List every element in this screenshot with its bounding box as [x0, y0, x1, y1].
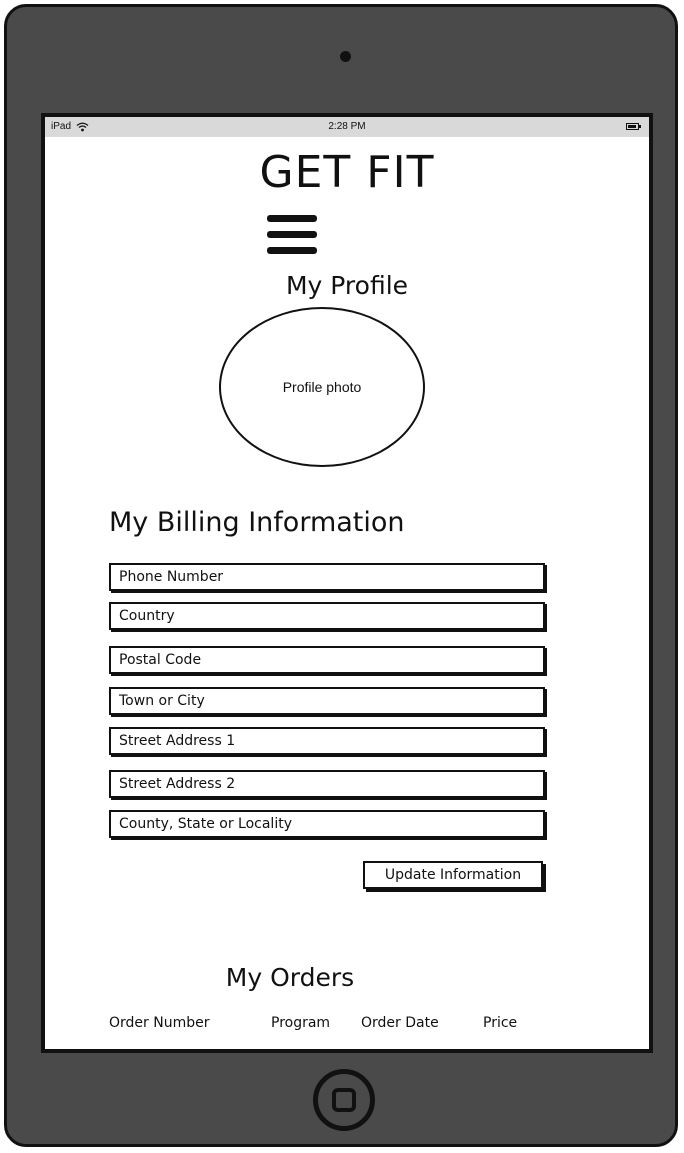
status-time: 2:28 PM [328, 121, 366, 132]
home-square-icon [332, 1088, 356, 1112]
menu-bar-top [267, 215, 317, 222]
orders-column-order-date: Order Date [361, 1015, 439, 1031]
status-bar: iPad 2:28 PM [45, 117, 649, 137]
postal-code-field[interactable]: Postal Code [109, 646, 545, 674]
county-state-locality-field[interactable]: County, State or Locality [109, 810, 545, 838]
orders-column-program: Program [271, 1015, 331, 1031]
hamburger-menu-icon[interactable] [267, 213, 317, 257]
orders-column-order-number: Order Number [109, 1015, 210, 1031]
profile-title: My Profile [285, 271, 409, 300]
camera-icon [340, 51, 351, 62]
billing-title: My Billing Information [109, 507, 405, 538]
app-title: GET FIT [259, 147, 435, 198]
menu-bar-bottom [267, 247, 317, 254]
street-address-1-field[interactable]: Street Address 1 [109, 727, 545, 755]
profile-photo[interactable]: Profile photo [219, 307, 425, 467]
town-city-field[interactable]: Town or City [109, 687, 545, 715]
battery-icon [626, 123, 641, 130]
country-field[interactable]: Country [109, 602, 545, 630]
orders-column-price: Price [483, 1015, 518, 1031]
street-address-2-field[interactable]: Street Address 2 [109, 770, 545, 798]
home-button[interactable] [313, 1069, 375, 1131]
orders-title: My Orders [225, 963, 355, 992]
update-information-button[interactable]: Update Information [363, 861, 543, 889]
profile-photo-label: Profile photo [282, 379, 362, 395]
screen: iPad 2:28 PM GET FIT My Profile Profile … [41, 113, 653, 1053]
menu-bar-middle [267, 231, 317, 238]
phone-number-field[interactable]: Phone Number [109, 563, 545, 591]
ipad-frame: iPad 2:28 PM GET FIT My Profile Profile … [4, 4, 678, 1147]
